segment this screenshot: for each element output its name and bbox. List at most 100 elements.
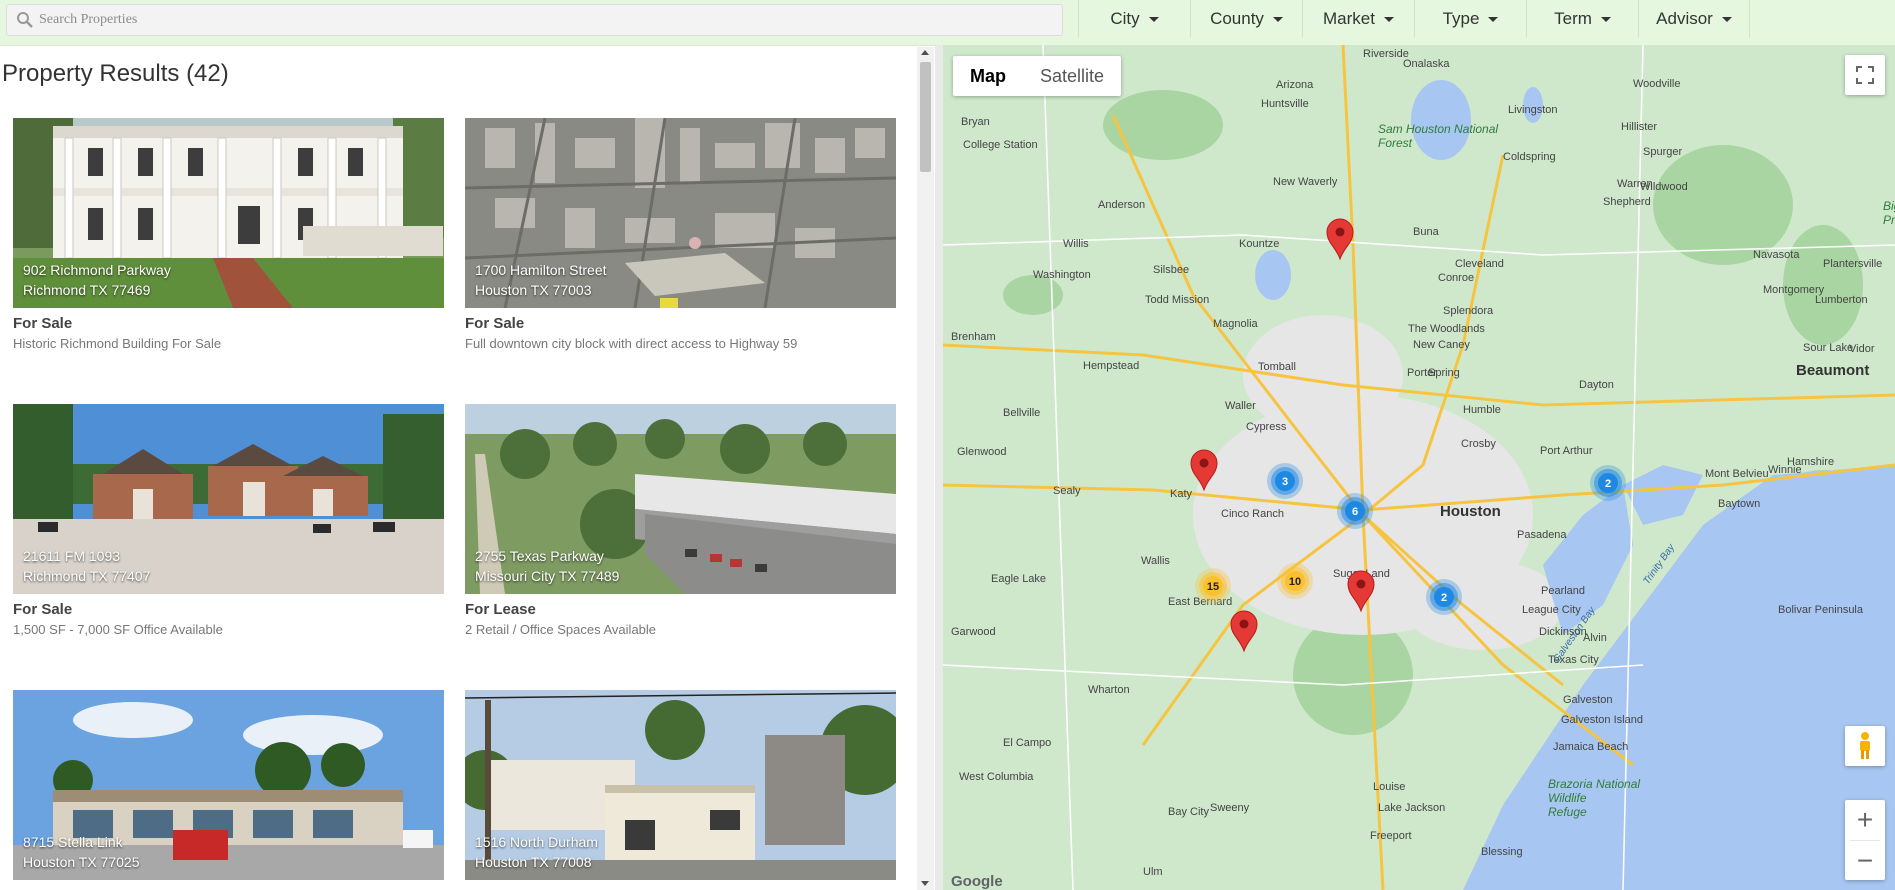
property-photo[interactable]: 2755 Texas Parkway Missouri City TX 77489 — [465, 404, 896, 594]
address-line-1: 21611 FM 1093 — [23, 548, 121, 564]
map-city-label: Brazoria National — [1548, 777, 1640, 791]
zoom-out-button[interactable]: − — [1845, 841, 1885, 880]
map-type-map-button[interactable]: Map — [953, 56, 1023, 96]
zoom-control: + − — [1845, 800, 1885, 880]
map-city-label: Arizona — [1276, 79, 1314, 91]
search-icon — [17, 12, 33, 28]
property-address: 902 Richmond Parkway Richmond TX 77469 — [23, 260, 171, 300]
address-line-2: Richmond TX 77407 — [23, 568, 151, 584]
property-photo[interactable]: 8715 Stella Link Houston TX 77025 — [13, 690, 444, 880]
map-city-label: Bellville — [1003, 407, 1040, 419]
map-city-label: Buna — [1413, 226, 1440, 238]
map-city-label: Sealy — [1053, 485, 1081, 497]
map-city-label: Waller — [1225, 400, 1256, 412]
address-line-1: 1516 North Durham — [475, 834, 598, 850]
map-city-label: Beaumont — [1796, 362, 1869, 379]
address-line-1: 1700 Hamilton Street — [475, 262, 607, 278]
property-address: 1516 North Durham Houston TX 77008 — [475, 832, 598, 872]
map-city-label: Magnolia — [1213, 318, 1259, 330]
property-photo[interactable]: 902 Richmond Parkway Richmond TX 77469 — [13, 118, 444, 308]
map-city-label: Wildwood — [1640, 181, 1688, 193]
pegman-icon — [1860, 732, 1870, 759]
fullscreen-button[interactable] — [1845, 55, 1885, 95]
scroll-thumb[interactable] — [920, 62, 931, 172]
search-box[interactable] — [6, 4, 1063, 36]
map-city-label: Livingston — [1508, 104, 1558, 116]
address-line-2: Richmond TX 77469 — [23, 282, 151, 298]
map-cluster-count: 15 — [1207, 581, 1219, 593]
map-city-label: Hamshire — [1787, 456, 1834, 468]
map-city-label: El Campo — [1003, 737, 1051, 749]
property-photo[interactable]: 21611 FM 1093 Richmond TX 77407 — [13, 404, 444, 594]
street-view-button[interactable] — [1845, 726, 1885, 766]
map-city-label: Baytown — [1718, 498, 1760, 510]
map-city-label: Bay City — [1168, 806, 1209, 818]
filter-label: Market — [1323, 9, 1375, 28]
property-card[interactable]: 1516 North Durham Houston TX 77008 — [465, 690, 896, 880]
map-cluster[interactable]: 15 — [1195, 568, 1231, 604]
listing-status: For Lease — [465, 601, 536, 618]
map-city-label: Wallis — [1141, 555, 1170, 567]
filter-label: Type — [1442, 9, 1480, 28]
map-cluster[interactable]: 6 — [1337, 493, 1373, 529]
property-card[interactable]: 902 Richmond Parkway Richmond TX 77469 Fo… — [13, 118, 444, 351]
map-city-label: Jamaica Beach — [1553, 741, 1628, 753]
map-city-label: Louise — [1373, 781, 1405, 793]
filter-label: County — [1210, 9, 1264, 28]
property-photo[interactable]: 1516 North Durham Houston TX 77008 — [465, 690, 896, 880]
map-cluster-count: 3 — [1282, 476, 1288, 488]
map-city-label: Sam Houston National — [1378, 122, 1498, 136]
property-photo[interactable]: 1700 Hamilton Street Houston TX 77003 — [465, 118, 896, 308]
listing-status: For Sale — [13, 315, 73, 332]
chevron-down-icon — [1600, 16, 1611, 22]
property-card[interactable]: 8715 Stella Link Houston TX 77025 — [13, 690, 444, 880]
zoom-in-button[interactable]: + — [1845, 800, 1885, 840]
top-bar: City County Market Type Term Advisor — [0, 0, 1895, 46]
map-type-satellite-button[interactable]: Satellite — [1023, 56, 1121, 96]
map-city-label: Vidor — [1849, 343, 1875, 355]
map-cluster[interactable]: 2 — [1426, 579, 1462, 615]
map-city-label: Lake Jackson — [1378, 802, 1445, 814]
map-cluster[interactable]: 2 — [1590, 465, 1626, 501]
filter-advisor[interactable]: Advisor — [1638, 0, 1750, 38]
address-line-2: Houston TX 77008 — [475, 854, 592, 870]
map-cluster[interactable]: 3 — [1267, 463, 1303, 499]
property-card[interactable]: 21611 FM 1093 Richmond TX 77407 For Sale … — [13, 404, 444, 637]
property-address: 1700 Hamilton Street Houston TX 77003 — [475, 260, 607, 300]
scroll-down-arrow-icon[interactable] — [921, 881, 929, 886]
pane-divider[interactable] — [935, 45, 943, 890]
map-city-label: Port Arthur — [1540, 445, 1593, 457]
map-city-label: Glenwood — [957, 446, 1007, 458]
map-city-label: Conroe — [1438, 272, 1474, 284]
filter-county[interactable]: County — [1190, 0, 1302, 38]
map-city-label: Refuge — [1548, 805, 1587, 819]
filter-city[interactable]: City — [1078, 0, 1190, 38]
map-city-label: Washington — [1033, 269, 1091, 281]
scroll-up-arrow-icon[interactable] — [921, 50, 929, 55]
chevron-down-icon — [1488, 16, 1499, 22]
map-city-label: League City — [1522, 604, 1581, 616]
filter-market[interactable]: Market — [1302, 0, 1414, 38]
map-type-toggle: Map Satellite — [953, 56, 1122, 96]
map-city-label: Onalaska — [1403, 58, 1450, 70]
map-cluster-count: 2 — [1441, 592, 1447, 604]
chevron-down-icon — [1272, 16, 1283, 22]
map-city-label: Sweeny — [1210, 802, 1250, 814]
map-canvas[interactable]: RiversideOnalaska Arizona Huntsville Living… — [943, 45, 1895, 890]
map-city-label: Cleveland — [1455, 258, 1504, 270]
search-input[interactable] — [35, 5, 1062, 35]
map-city-label: Galveston — [1563, 694, 1613, 706]
map-cluster[interactable]: 10 — [1277, 563, 1313, 599]
address-line-2: Missouri City TX 77489 — [475, 568, 620, 584]
filter-type[interactable]: Type — [1414, 0, 1526, 38]
google-logo[interactable]: Google — [951, 873, 1003, 890]
chevron-down-icon — [1721, 16, 1732, 22]
filter-term[interactable]: Term — [1526, 0, 1638, 38]
property-card[interactable]: 2755 Texas Parkway Missouri City TX 77489… — [465, 404, 896, 637]
map-city-label: Preserve — [1883, 213, 1895, 227]
map-view[interactable]: Riverside Onalaska Arizona Huntsville Living… — [943, 45, 1895, 890]
map-city-label: Eagle Lake — [991, 573, 1046, 585]
property-card[interactable]: 1700 Hamilton Street Houston TX 77003 For… — [465, 118, 896, 351]
results-scrollbar[interactable] — [917, 47, 934, 890]
map-city-label: New Waverly — [1273, 176, 1338, 188]
